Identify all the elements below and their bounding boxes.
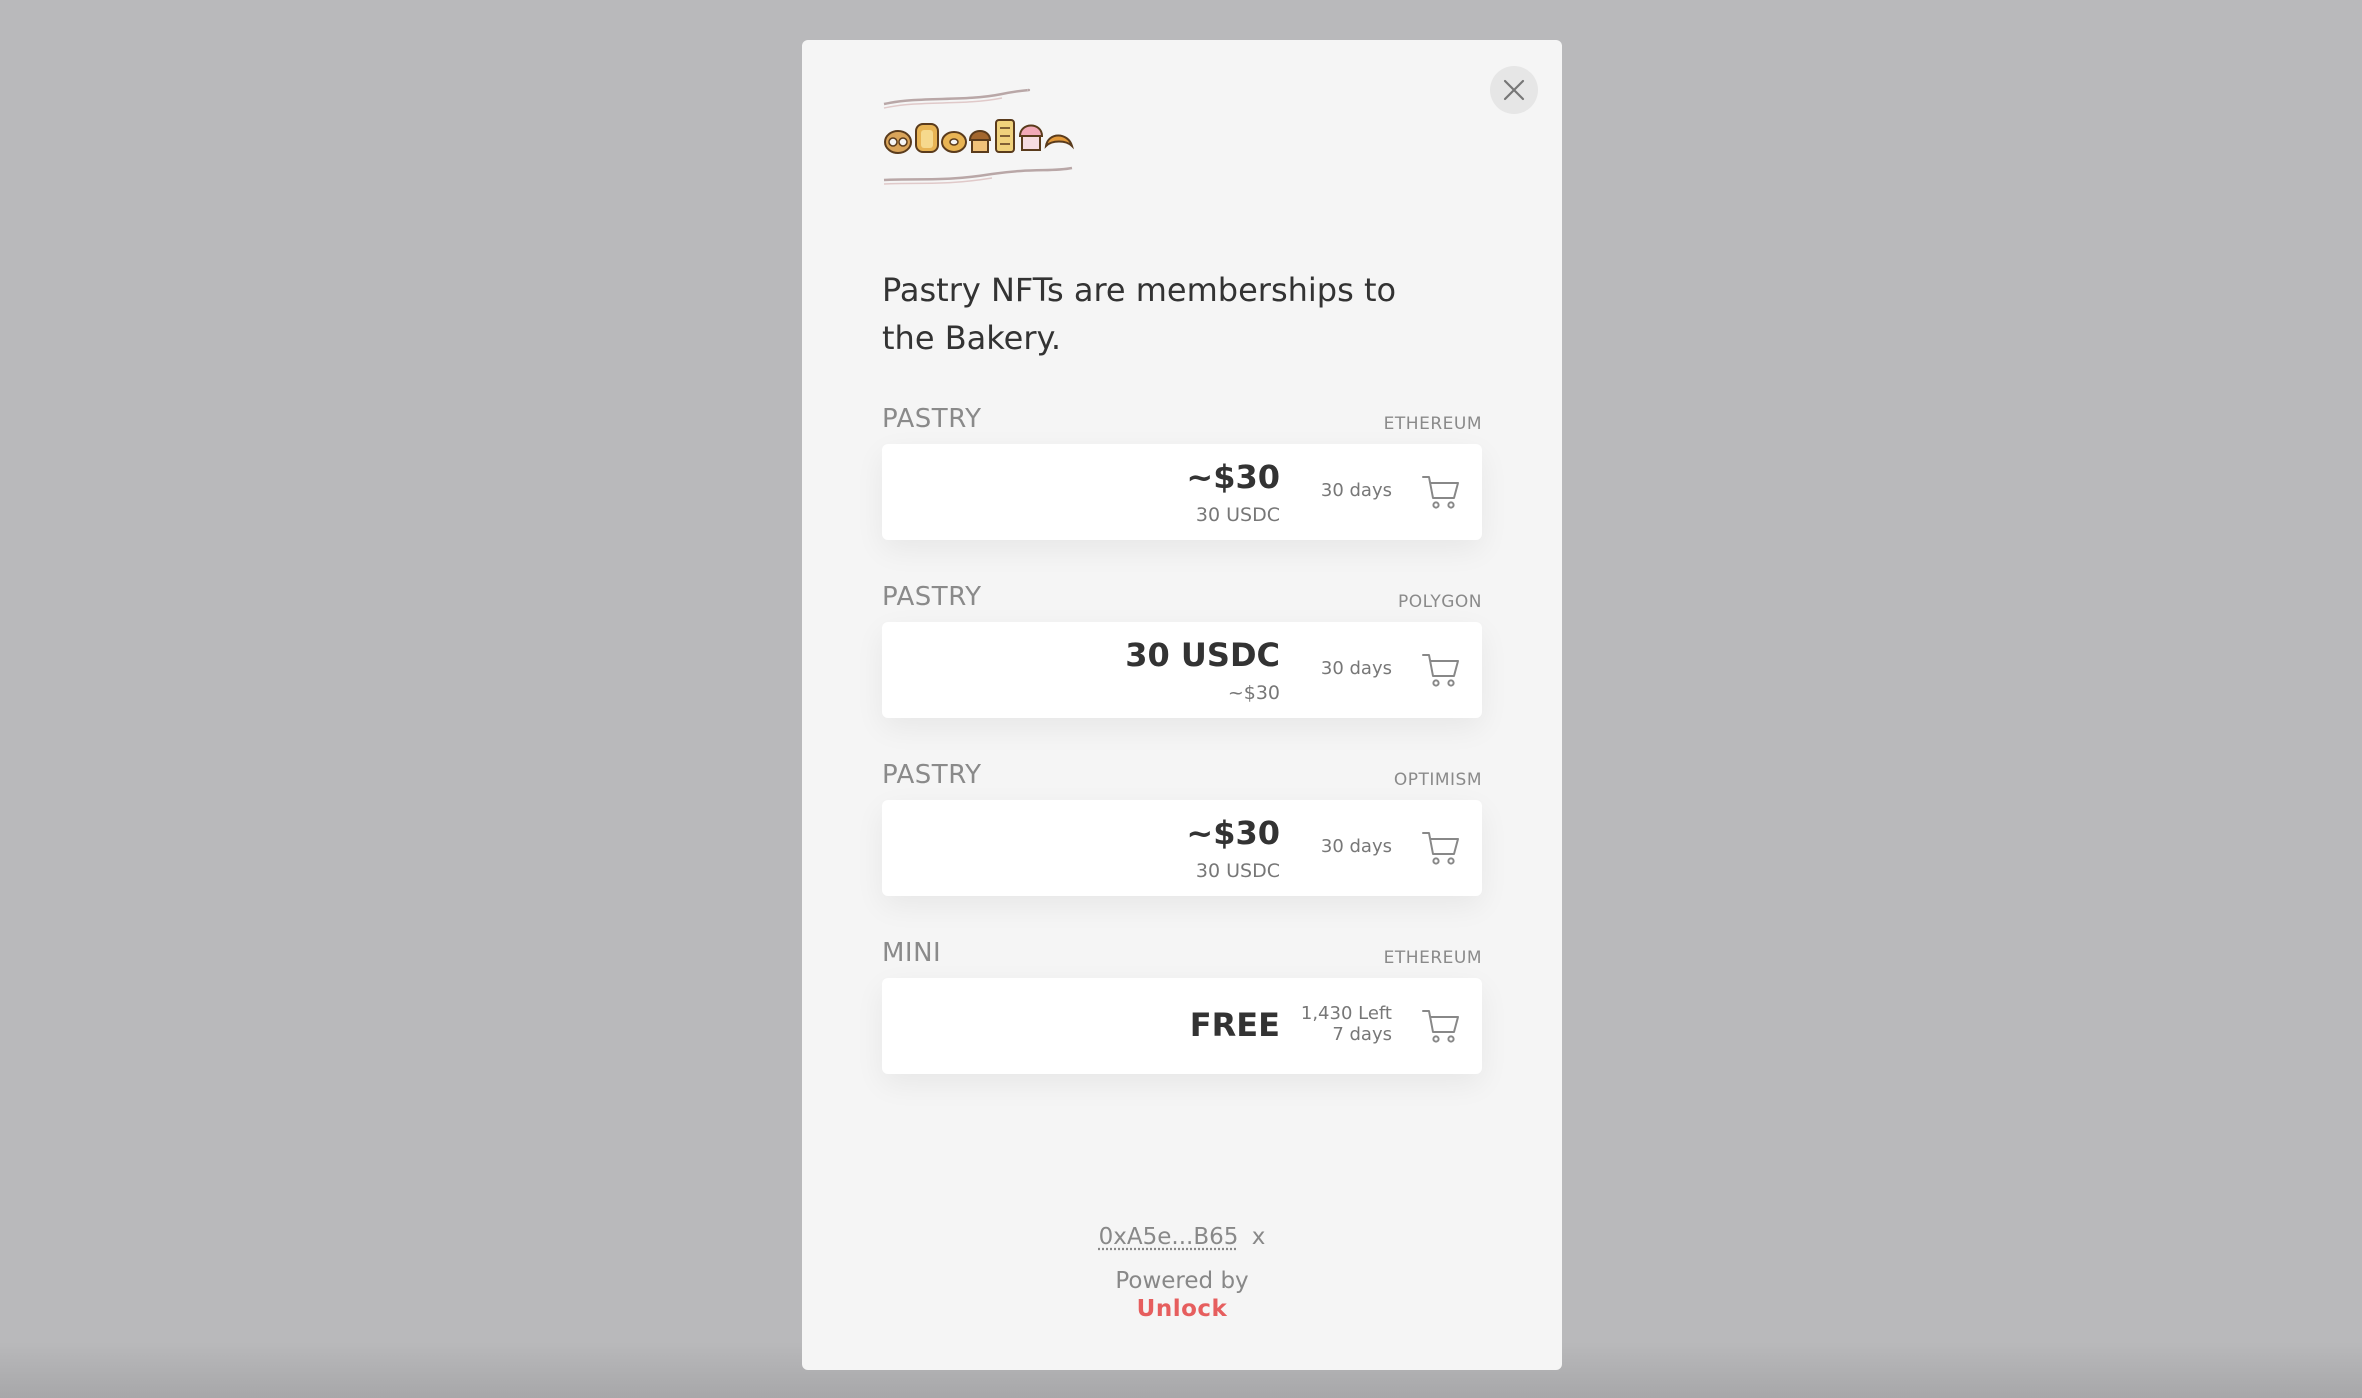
close-button[interactable] bbox=[1490, 66, 1538, 114]
price-main: ~$30 bbox=[1186, 458, 1280, 496]
pastry-logo bbox=[883, 88, 1074, 185]
price-sub: ~$30 bbox=[1227, 682, 1280, 704]
lock-name: PASTRY bbox=[882, 582, 982, 612]
duration: 30 days bbox=[1320, 658, 1392, 679]
lock-network: POLYGON bbox=[1397, 592, 1482, 612]
lock-purchase-card[interactable]: ~$30 30 USDC 30 days bbox=[882, 444, 1482, 540]
close-icon bbox=[1503, 79, 1525, 101]
shopping-cart-icon bbox=[1422, 832, 1459, 865]
keys-left: 1,430 Left bbox=[1300, 1003, 1392, 1024]
intro-text: Pastry NFTs are memberships to the Baker… bbox=[882, 271, 1397, 357]
price-main: ~$30 bbox=[1186, 814, 1280, 852]
powered-by-label: Powered by bbox=[1115, 1268, 1249, 1294]
duration: 30 days bbox=[1320, 836, 1392, 857]
shopping-cart-icon bbox=[1422, 1010, 1459, 1043]
lock-name: PASTRY bbox=[882, 760, 982, 790]
lock-purchase-card[interactable]: 30 USDC ~$30 30 days bbox=[882, 622, 1482, 718]
account-info: 0xA5e...B65 x bbox=[802, 1224, 1562, 1250]
shopping-cart-icon bbox=[1422, 654, 1459, 687]
checkout-modal: Pastry NFTs are memberships to the Baker… bbox=[802, 40, 1562, 1370]
lock-name: PASTRY bbox=[882, 404, 982, 434]
lock-item: PASTRY OPTIMISM ~$30 30 USDC 30 days bbox=[882, 760, 1482, 900]
lock-item: PASTRY ETHEREUM ~$30 30 USDC 30 days bbox=[882, 404, 1482, 544]
price-sub: 30 USDC bbox=[1195, 504, 1280, 526]
lock-network: OPTIMISM bbox=[1393, 770, 1482, 790]
lock-item: PASTRY POLYGON 30 USDC ~$30 30 days bbox=[882, 582, 1482, 722]
disconnect-button[interactable]: x bbox=[1252, 1224, 1266, 1250]
price-sub: 30 USDC bbox=[1195, 860, 1280, 882]
shopping-cart-icon bbox=[1422, 476, 1459, 509]
wallet-address[interactable]: 0xA5e...B65 bbox=[1099, 1224, 1239, 1250]
lock-name: MINI bbox=[882, 938, 942, 968]
unlock-brand-link[interactable]: Unlock bbox=[802, 1296, 1562, 1322]
lock-network: ETHEREUM bbox=[1383, 414, 1482, 434]
lock-purchase-card[interactable]: ~$30 30 USDC 30 days bbox=[882, 800, 1482, 896]
lock-network: ETHEREUM bbox=[1383, 948, 1482, 968]
price-main: FREE bbox=[1189, 1006, 1280, 1044]
lock-purchase-card[interactable]: FREE 1,430 Left 7 days bbox=[882, 978, 1482, 1074]
price-main: 30 USDC bbox=[1125, 636, 1280, 674]
duration: 30 days bbox=[1320, 480, 1392, 501]
lock-item: MINI ETHEREUM FREE 1,430 Left 7 days bbox=[882, 938, 1482, 1078]
duration: 7 days bbox=[1332, 1024, 1392, 1045]
